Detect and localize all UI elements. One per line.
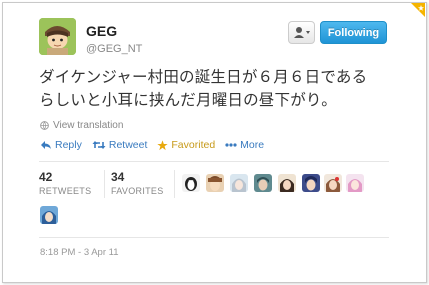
anime-avatar-icon [324, 174, 342, 192]
tweet-text: ダイケンジャー村田の誕生日が６月６日である らしいと小耳に挟んだ月曜日の昼下がり… [39, 66, 409, 112]
tweet-timestamp[interactable]: 8:18 PM - 3 Apr 11 [40, 247, 119, 258]
favoriter-avatar[interactable] [182, 174, 200, 192]
anime-avatar-icon [278, 174, 296, 192]
favoriter-avatar[interactable] [346, 174, 364, 192]
person-dropdown-icon [294, 27, 310, 38]
more-label: More [240, 139, 265, 151]
favorites-stat[interactable]: 34 FAVORITES [111, 170, 164, 196]
tweet-card: GEG @GEG_NT Following ダイケンジャー村田の誕生日が６月６日… [2, 2, 427, 283]
reply-icon [41, 141, 51, 149]
favorites-label: FAVORITES [111, 186, 164, 196]
star-icon [157, 139, 169, 150]
stat-separator [174, 170, 175, 198]
view-translation-link[interactable]: View translation [40, 120, 123, 131]
anime-avatar-icon [346, 174, 364, 192]
divider [39, 237, 389, 238]
more-dots-icon [225, 143, 237, 147]
user-actions-button[interactable] [288, 21, 315, 44]
penguin-avatar-icon [182, 174, 200, 192]
favoriter-avatar[interactable] [302, 174, 320, 192]
favorited-label: Favorited [171, 139, 216, 151]
favoriter-avatar[interactable] [40, 206, 58, 224]
retweet-icon [92, 141, 106, 149]
favorites-count: 34 [111, 170, 125, 184]
cartoon-character-avatar-icon [39, 18, 76, 55]
more-button[interactable]: More [225, 139, 264, 151]
retweet-button[interactable]: Retweet [92, 139, 148, 151]
favoriter-avatar[interactable] [324, 174, 342, 192]
star-icon [411, 3, 425, 17]
reply-button[interactable]: Reply [40, 139, 82, 151]
globe-icon [40, 121, 49, 130]
favoriter-avatar[interactable] [230, 174, 248, 192]
retweets-count: 42 [39, 170, 53, 184]
retweets-label: RETWEETS [39, 186, 92, 196]
favorite-button[interactable]: Favorited [157, 139, 215, 151]
anime-avatar-icon [206, 174, 224, 192]
tweet-text-line-2: らしいと小耳に挟んだ月曜日の昼下がり。 [39, 91, 337, 109]
anime-avatar-icon [254, 174, 272, 192]
anime-avatar-icon [230, 174, 248, 192]
display-name[interactable]: GEG [86, 23, 117, 39]
favoriter-avatar[interactable] [254, 174, 272, 192]
user-avatar[interactable] [39, 18, 76, 55]
favoriter-avatar[interactable] [206, 174, 224, 192]
tweet-text-line-1: ダイケンジャー村田の誕生日が６月６日である [39, 68, 368, 86]
divider [39, 161, 389, 162]
following-button[interactable]: Following [320, 21, 387, 44]
reply-label: Reply [55, 139, 82, 151]
anime-avatar-icon [302, 174, 320, 192]
user-handle[interactable]: @GEG_NT [86, 43, 142, 55]
view-translation-label: View translation [53, 120, 124, 131]
anime-avatar-icon [40, 206, 58, 224]
stat-separator [104, 170, 105, 198]
tweet-actions: Reply Retweet Favorited More [40, 139, 274, 151]
retweet-label: Retweet [108, 139, 148, 151]
retweets-stat[interactable]: 42 RETWEETS [39, 170, 91, 196]
favoriter-avatar[interactable] [278, 174, 296, 192]
